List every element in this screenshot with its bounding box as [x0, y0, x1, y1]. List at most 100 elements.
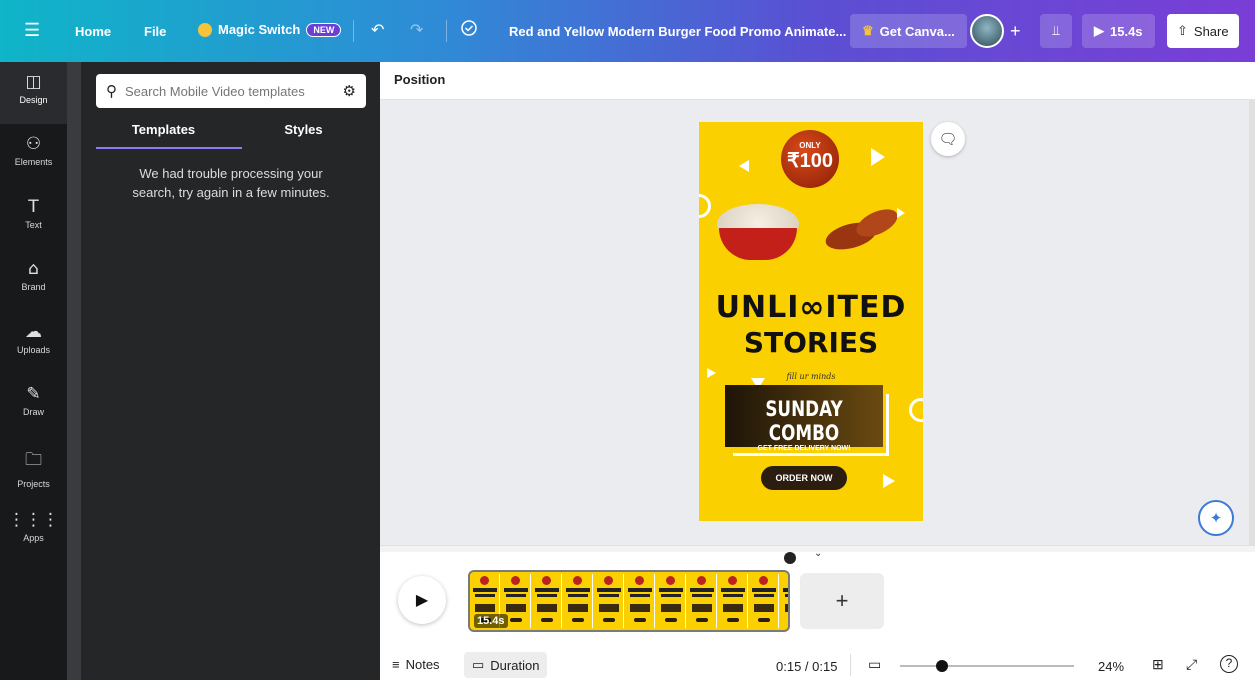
- clip-thumbnail: [563, 574, 593, 628]
- zoom-level[interactable]: 24%: [1098, 659, 1124, 674]
- clip-thumbnail: [687, 574, 717, 628]
- grid-view-icon[interactable]: ⊞: [1152, 656, 1164, 673]
- clip-thumbnail: [718, 574, 748, 628]
- cloud-saved-icon[interactable]: [460, 20, 478, 36]
- triangle-decor: [739, 160, 749, 172]
- duration-label: Duration: [490, 657, 540, 673]
- top-bar: ☰ Home File Magic Switch NEW ↶ ↷ Red and…: [0, 0, 1255, 62]
- insights-icon[interactable]: ⫫: [1040, 14, 1072, 48]
- rail-item-text[interactable]: T Text: [0, 197, 67, 230]
- add-collaborator-icon[interactable]: +: [1010, 21, 1021, 42]
- help-icon[interactable]: ?: [1220, 655, 1238, 673]
- clip-thumbnail: [532, 574, 562, 628]
- left-rail: ◫ Design ⚇ Elements T Text ⌂ Brand ☁ Upl…: [0, 62, 67, 680]
- active-tab-indicator: [96, 147, 242, 149]
- duration-button[interactable]: ▭ Duration: [464, 652, 548, 678]
- play-preview-button[interactable]: ▶ 15.4s: [1082, 14, 1155, 48]
- filter-icon[interactable]: ⚙: [343, 82, 356, 100]
- projects-icon: 🗀: [25, 450, 42, 470]
- comment-icon[interactable]: 🗨: [931, 122, 965, 156]
- crown-icon: ♛: [862, 23, 874, 38]
- panel-scrollbar[interactable]: [67, 62, 81, 680]
- notes-button[interactable]: ≡ Notes: [392, 657, 440, 672]
- chicken-image: [822, 203, 903, 255]
- rail-item-design[interactable]: ◫ Design: [0, 62, 67, 124]
- footer-bar: ≡ Notes ▭ Duration 0:15 / 0:15 ▭ 24% ⊞ ⤢…: [380, 650, 1255, 680]
- undo-icon[interactable]: ↶: [371, 20, 384, 40]
- search-box[interactable]: ⚲ ⚙: [96, 74, 366, 108]
- file-menu[interactable]: File: [144, 24, 166, 39]
- magic-switch-button[interactable]: Magic Switch NEW: [198, 22, 342, 37]
- position-button[interactable]: Position: [394, 72, 445, 87]
- clip-thumbnail: [656, 574, 686, 628]
- text-icon: T: [28, 197, 39, 217]
- uploads-icon: ☁: [25, 322, 42, 342]
- crown-icon: [198, 22, 212, 37]
- circle-decor: [699, 194, 711, 218]
- headline-line-2[interactable]: STORIES: [699, 326, 923, 359]
- error-message: We had trouble processing your search, t…: [132, 166, 330, 200]
- combo-frame-decor: [733, 394, 889, 456]
- zoom-slider[interactable]: [900, 660, 1074, 672]
- triangle-decor: [883, 474, 895, 488]
- play-icon: ▶: [1094, 23, 1104, 38]
- timeline: ⌄ ▶ 15.4s +: [380, 545, 1255, 650]
- tagline[interactable]: fill ur minds: [699, 372, 923, 381]
- vertical-scrollbar[interactable]: [1249, 100, 1255, 545]
- tab-styles[interactable]: Styles: [236, 122, 371, 137]
- collaborators[interactable]: +: [970, 14, 1021, 48]
- avatar[interactable]: [970, 14, 1004, 48]
- brand-icon: ⌂: [28, 259, 39, 279]
- rail-item-elements[interactable]: ⚇ Elements: [0, 134, 67, 167]
- pages-icon[interactable]: ▭: [868, 656, 881, 673]
- rail-label: Draw: [22, 407, 44, 417]
- fullscreen-icon[interactable]: ⤢: [1186, 656, 1197, 673]
- share-label: Share: [1193, 23, 1229, 39]
- design-page[interactable]: ONLY ₹100 UNLI∞ITED STORIES fill ur mind…: [699, 122, 923, 521]
- notes-icon: ≡: [392, 657, 400, 672]
- templates-panel: ⚲ ⚙ Templates Styles We had trouble proc…: [81, 62, 380, 680]
- tab-templates[interactable]: Templates: [96, 122, 231, 137]
- clip-thumbnail: [625, 574, 655, 628]
- notes-label: Notes: [405, 657, 440, 672]
- new-badge: NEW: [306, 22, 342, 37]
- horizontal-scrollbar[interactable]: [380, 546, 1255, 552]
- draw-icon: ✎: [26, 384, 41, 404]
- clip-thumbnail: [780, 574, 788, 628]
- share-icon: ⇧: [1177, 23, 1188, 38]
- rail-item-brand[interactable]: ⌂ Brand: [0, 259, 67, 292]
- rail-item-apps[interactable]: ⋮⋮⋮ Apps: [0, 510, 67, 543]
- headline-line-1[interactable]: UNLI∞ITED: [699, 290, 923, 325]
- clip-thumbnail: [594, 574, 624, 628]
- magic-assistant-icon[interactable]: ✦: [1198, 500, 1234, 536]
- redo-icon[interactable]: ↷: [410, 20, 423, 40]
- duration-icon: ▭: [472, 657, 485, 672]
- zoom-slider-handle[interactable]: [935, 660, 948, 672]
- editor-toolbar: Position: [380, 62, 1255, 100]
- price-label: ₹100: [786, 150, 834, 172]
- hamburger-menu-icon[interactable]: ☰: [24, 20, 40, 41]
- get-canva-pro-button[interactable]: ♛ Get Canva...: [850, 14, 967, 48]
- rail-label: Text: [25, 220, 42, 230]
- timeline-clip[interactable]: 15.4s: [468, 570, 790, 632]
- only-label: ONLY: [799, 141, 821, 150]
- rail-label: Elements: [14, 157, 53, 167]
- add-page-button[interactable]: +: [800, 573, 884, 629]
- play-duration-label: 15.4s: [1110, 23, 1143, 39]
- share-button[interactable]: ⇧ Share: [1167, 14, 1239, 48]
- document-title[interactable]: Red and Yellow Modern Burger Food Promo …: [509, 24, 846, 39]
- triangle-decor: [871, 148, 885, 166]
- time-readout: 0:15 / 0:15: [776, 659, 838, 674]
- order-now-button[interactable]: ORDER NOW: [761, 466, 847, 490]
- timeline-scrubber-handle[interactable]: [784, 552, 796, 564]
- rail-item-projects[interactable]: 🗀 Projects: [0, 447, 67, 489]
- rail-item-uploads[interactable]: ☁ Uploads: [0, 322, 67, 355]
- clip-thumbnail: [749, 574, 779, 628]
- price-badge[interactable]: ONLY ₹100: [781, 130, 839, 188]
- search-input[interactable]: [125, 83, 315, 99]
- rail-label: Brand: [21, 282, 46, 292]
- rail-item-draw[interactable]: ✎ Draw: [0, 384, 67, 417]
- rail-label: Projects: [17, 479, 50, 489]
- home-link[interactable]: Home: [75, 24, 111, 39]
- play-button[interactable]: ▶: [398, 576, 446, 624]
